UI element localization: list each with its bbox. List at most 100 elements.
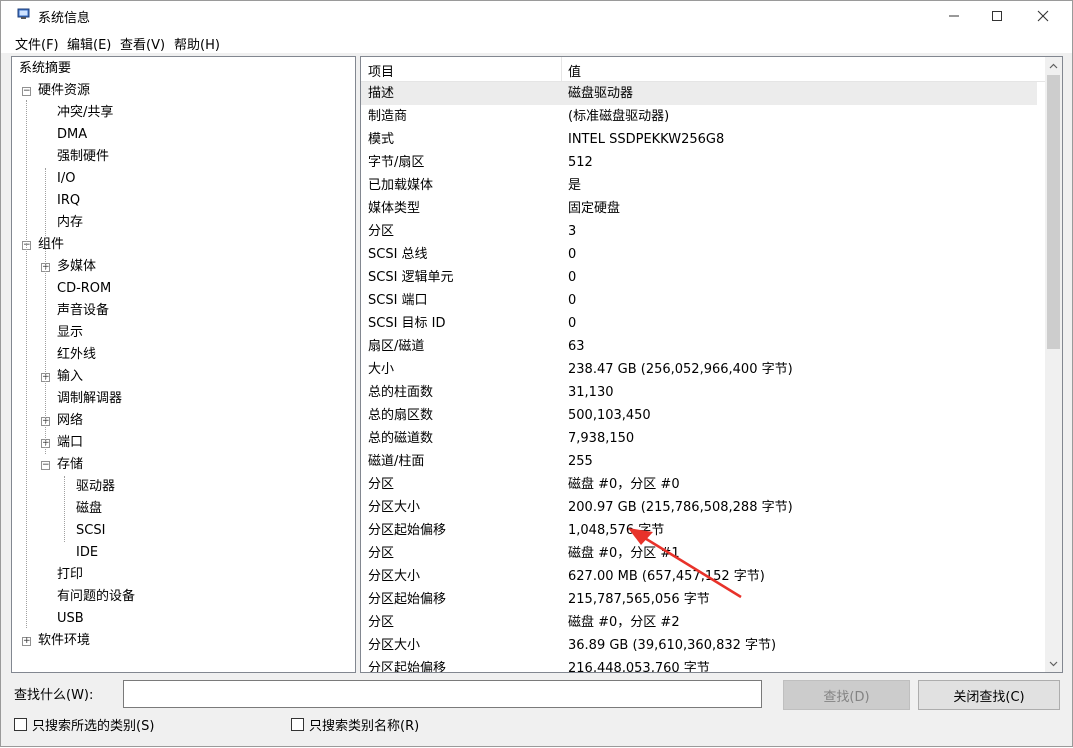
list-row[interactable]: 分区 磁盘 #0，分区 #2 <box>361 611 1045 634</box>
tree-item[interactable]: 显示 <box>57 322 83 344</box>
tree-item[interactable]: 红外线 <box>57 344 96 366</box>
list-row[interactable]: SCSI 总线 0 <box>361 243 1045 266</box>
tree-item[interactable]: 组件 <box>38 234 64 256</box>
list-header: 项目 值 <box>361 57 1045 82</box>
find-button[interactable]: 查找(D) <box>783 680 910 710</box>
tree-connector-line <box>49 91 58 92</box>
tree-item[interactable]: 内存 <box>57 212 83 234</box>
tree-item[interactable]: 冲突/共享 <box>57 102 113 124</box>
tree-item[interactable]: USB <box>57 608 84 630</box>
list-row[interactable]: 分区 3 <box>361 220 1045 243</box>
row-item-cell: 已加载媒体 <box>368 178 434 193</box>
list-row[interactable]: 分区大小 36.89 GB (39,610,360,832 字节) <box>361 634 1045 657</box>
list-row[interactable]: 磁道/柱面 255 <box>361 450 1045 473</box>
scroll-down-button[interactable] <box>1045 655 1062 672</box>
tree-item[interactable]: 打印 <box>57 564 83 586</box>
tree-item[interactable]: SCSI <box>76 520 105 542</box>
menu-bar: 文件(F) 编辑(E) 查看(V) 帮助(H) <box>1 31 1072 53</box>
row-value-cell: 0 <box>568 270 577 285</box>
search-selected-category-option[interactable]: 只搜索所选的类别(S) <box>14 715 154 734</box>
tree-item[interactable]: IRQ <box>57 190 80 212</box>
list-row[interactable]: SCSI 端口 0 <box>361 289 1045 312</box>
list-row[interactable]: 分区大小 200.97 GB (215,786,508,288 字节) <box>361 496 1045 519</box>
list-row[interactable]: 分区 磁盘 #0，分区 #1 <box>361 542 1045 565</box>
close-icon <box>1037 10 1049 22</box>
tree-item[interactable]: 端口 <box>57 432 83 454</box>
tree-collapse-icon[interactable]: − <box>41 461 50 470</box>
row-value-cell: 磁盘驱动器 <box>568 86 634 101</box>
details-list[interactable]: 项目 值 描述 磁盘驱动器 制造商 (标准磁盘驱动器) 模式 INTEL SSDPEKKW… <box>360 56 1063 673</box>
list-row[interactable]: 分区起始偏移 215,787,565,056 字节 <box>361 588 1045 611</box>
tree-item[interactable]: 强制硬件 <box>57 146 109 168</box>
find-input[interactable] <box>123 680 762 708</box>
column-header-value[interactable]: 值 <box>568 61 581 80</box>
close-find-button[interactable]: 关闭查找(C) <box>918 680 1060 710</box>
maximize-button[interactable] <box>974 1 1020 31</box>
search-selected-category-checkbox[interactable] <box>14 717 27 731</box>
tree-item[interactable]: 系统摘要 <box>19 58 71 80</box>
tree-item[interactable]: 软件环境 <box>38 630 90 652</box>
list-row[interactable]: 分区起始偏移 1,048,576 字节 <box>361 519 1045 542</box>
list-row[interactable]: 分区大小 627.00 MB (657,457,152 字节) <box>361 565 1045 588</box>
scroll-thumb[interactable] <box>1047 75 1060 349</box>
list-row[interactable]: 总的磁道数 7,938,150 <box>361 427 1045 450</box>
list-row[interactable]: 大小 238.47 GB (256,052,966,400 字节) <box>361 358 1045 381</box>
minimize-button[interactable] <box>931 1 977 31</box>
tree-item[interactable]: IDE <box>76 542 98 564</box>
row-value-cell: 500,103,450 <box>568 408 651 423</box>
list-row[interactable]: 制造商 (标准磁盘驱动器) <box>361 105 1045 128</box>
list-row[interactable]: SCSI 逻辑单元 0 <box>361 266 1045 289</box>
column-divider[interactable] <box>561 57 562 81</box>
tree-item[interactable]: 多媒体 <box>57 256 96 278</box>
list-row[interactable]: 媒体类型 固定硬盘 <box>361 197 1045 220</box>
row-value-cell: 63 <box>568 339 585 354</box>
row-value-cell: 7,938,150 <box>568 431 635 446</box>
menu-view[interactable]: 查看(V) <box>120 34 165 53</box>
list-row[interactable]: 分区起始偏移 216,448,053,760 字节 <box>361 657 1045 672</box>
list-row[interactable]: SCSI 目标 ID 0 <box>361 312 1045 335</box>
tree-item[interactable]: 网络 <box>57 410 83 432</box>
list-row[interactable]: 总的柱面数 31,130 <box>361 381 1045 404</box>
list-row[interactable]: 模式 INTEL SSDPEKKW256G8 <box>361 128 1045 151</box>
tree-connector-line <box>64 476 65 542</box>
list-row[interactable]: 字节/扇区 512 <box>361 151 1045 174</box>
search-category-names-option[interactable]: 只搜索类别名称(R) <box>291 715 419 734</box>
tree-item[interactable]: DMA <box>57 124 87 146</box>
row-item-cell: SCSI 总线 <box>368 247 428 262</box>
list-row[interactable]: 描述 磁盘驱动器 <box>361 82 1037 105</box>
tree-item[interactable]: 有问题的设备 <box>57 586 135 608</box>
list-row[interactable]: 扇区/磁道 63 <box>361 335 1045 358</box>
menu-edit[interactable]: 编辑(E) <box>67 34 111 53</box>
tree-collapse-icon[interactable]: − <box>22 87 31 96</box>
tree-expand-icon[interactable]: + <box>22 637 31 646</box>
column-header-item[interactable]: 项目 <box>368 61 394 80</box>
tree-item[interactable]: 调制解调器 <box>57 388 122 410</box>
scroll-up-icon <box>1049 63 1058 68</box>
category-tree[interactable]: 系统摘要 硬件资源 − 冲突/共享 DMA 强制硬件 I/O IRQ 内存 组件 − 多媒体 + CD-R… <box>11 56 356 673</box>
tree-item[interactable]: 声音设备 <box>57 300 109 322</box>
row-item-cell: 分区起始偏移 <box>368 592 447 607</box>
system-info-app-icon <box>17 8 30 19</box>
search-category-names-checkbox[interactable] <box>291 717 304 731</box>
list-row[interactable]: 已加载媒体 是 <box>361 174 1045 197</box>
row-value-cell: INTEL SSDPEKKW256G8 <box>568 132 725 147</box>
vertical-scrollbar[interactable] <box>1045 57 1062 672</box>
menu-help[interactable]: 帮助(H) <box>174 34 220 53</box>
list-row[interactable]: 总的扇区数 500,103,450 <box>361 404 1045 427</box>
tree-item[interactable]: 驱动器 <box>76 476 115 498</box>
tree-item[interactable]: 输入 <box>57 366 83 388</box>
list-row[interactable]: 分区 磁盘 #0，分区 #0 <box>361 473 1045 496</box>
tree-item[interactable]: I/O <box>57 168 75 190</box>
scroll-up-button[interactable] <box>1045 57 1062 74</box>
tree-item[interactable]: CD-ROM <box>57 278 111 300</box>
close-button[interactable] <box>1020 1 1066 31</box>
row-item-cell: 分区大小 <box>368 638 421 653</box>
tree-item[interactable]: 硬件资源 <box>38 80 90 102</box>
row-value-cell: 512 <box>568 155 593 170</box>
tree-item[interactable]: 磁盘 <box>76 498 102 520</box>
row-item-cell: 总的扇区数 <box>368 408 434 423</box>
row-item-cell: 总的柱面数 <box>368 385 434 400</box>
row-value-cell: 磁盘 #0，分区 #0 <box>568 477 680 492</box>
tree-item[interactable]: 存储 <box>57 454 83 476</box>
menu-file[interactable]: 文件(F) <box>15 34 59 53</box>
